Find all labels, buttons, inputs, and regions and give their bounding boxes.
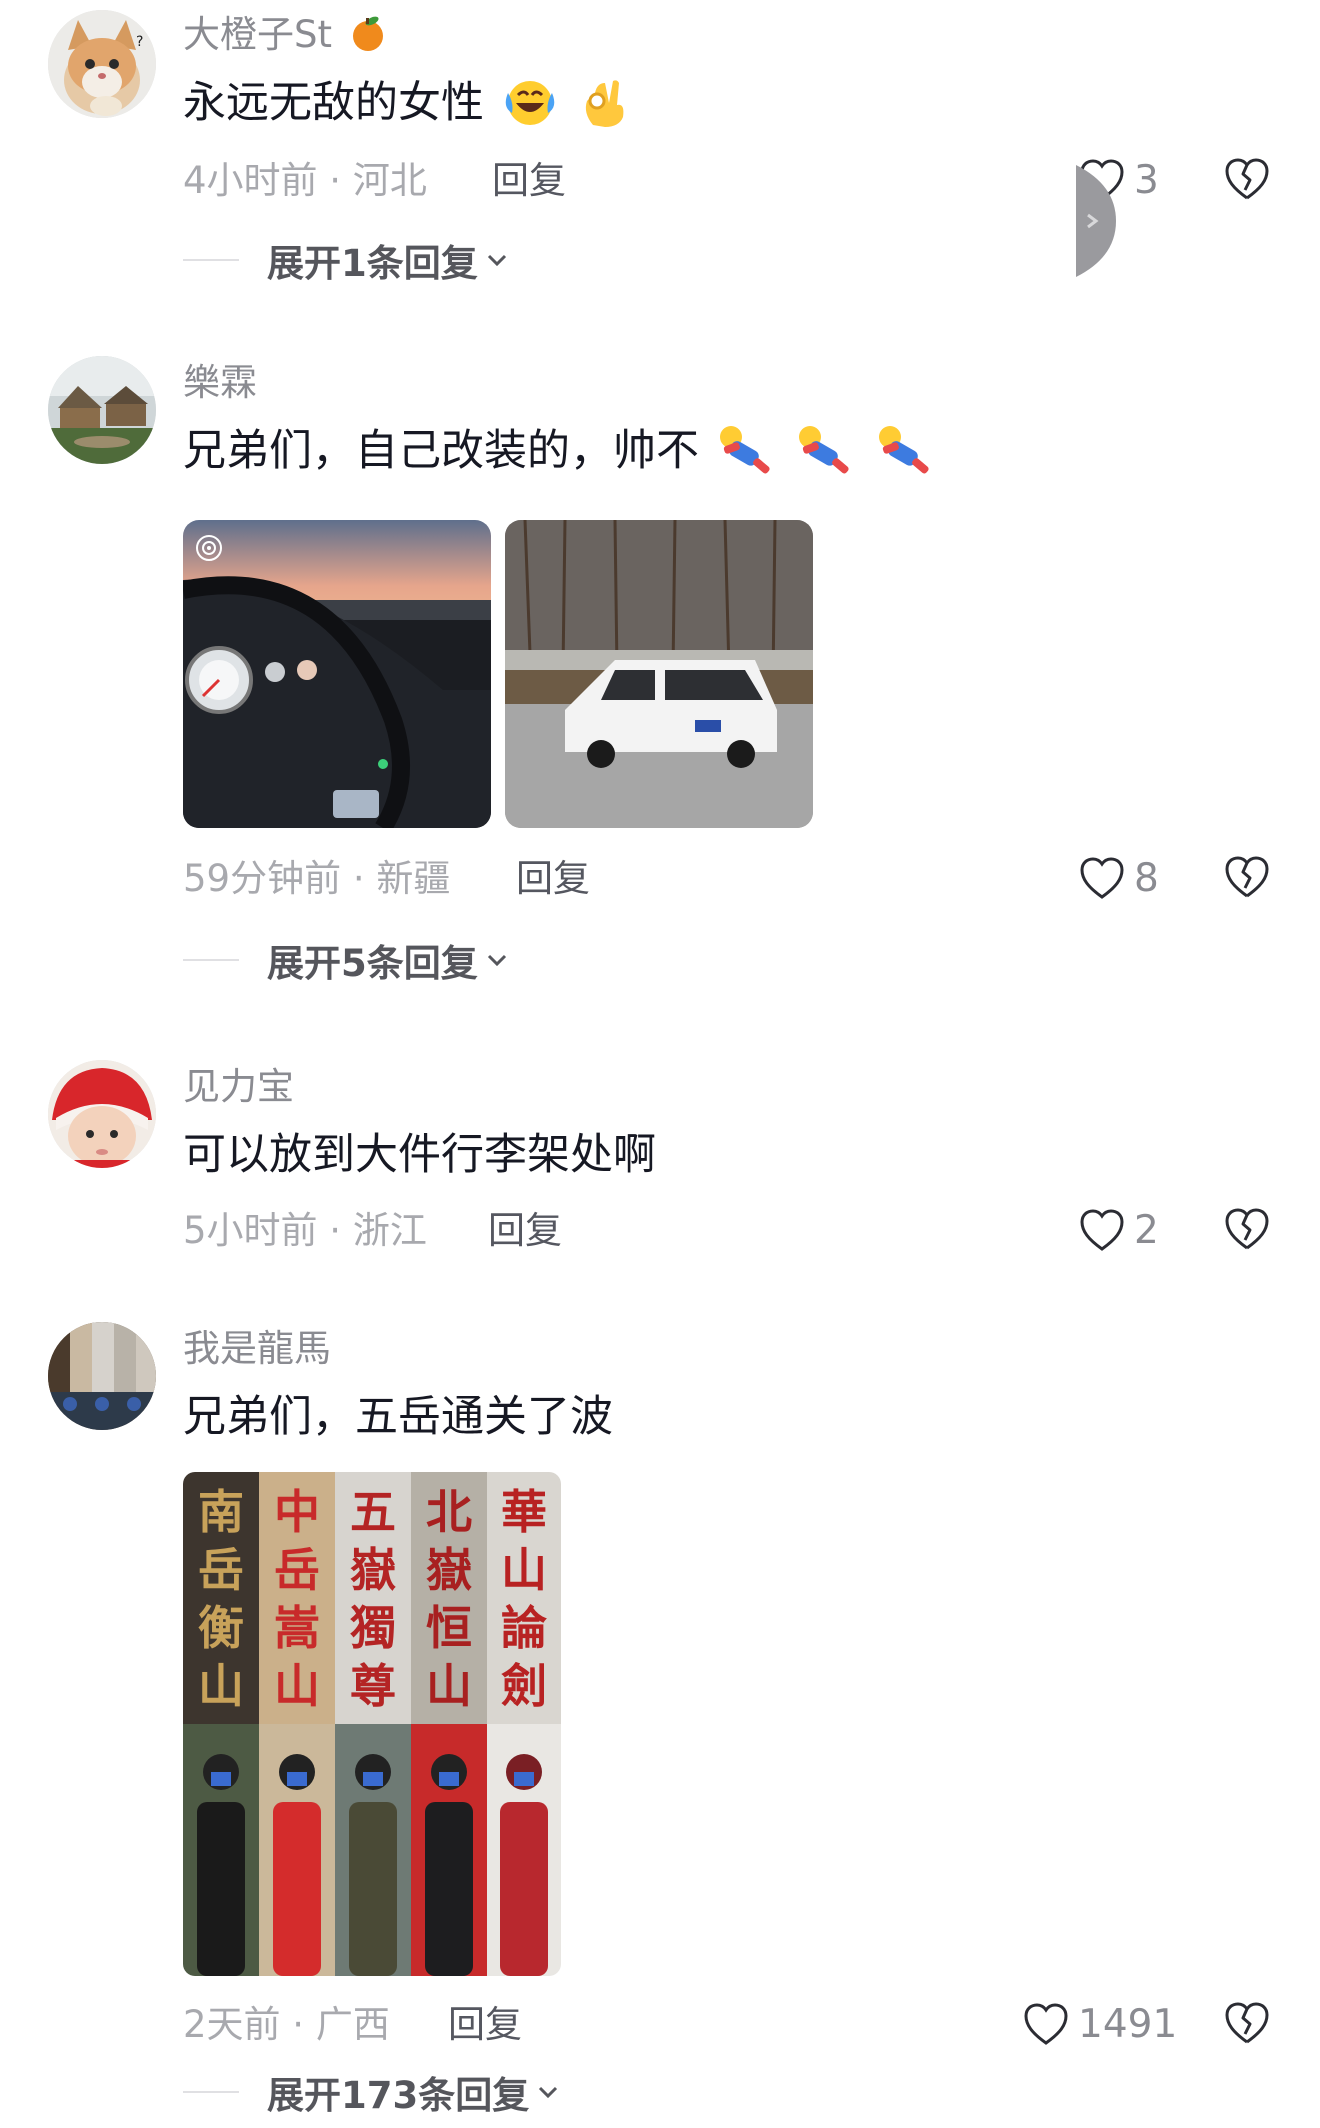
dislike-button[interactable] [1222,154,1272,204]
like-count: 1491 [1078,2001,1178,2047]
reply-button[interactable]: 回复 [492,162,566,199]
username[interactable]: 樂霖 [183,364,257,401]
divider [183,959,239,961]
username[interactable]: 我是龍馬 [183,1330,331,1367]
flying-figure-emoji-icon [799,425,849,473]
expand-replies-button[interactable]: 展开1条回复 [183,238,510,285]
divider [183,259,239,261]
comment-text: 兄弟们，五岳通关了波 [183,1392,613,1442]
username[interactable]: 大橙子St [183,16,388,53]
like-button[interactable]: 8 [1078,852,1159,904]
reply-button[interactable]: 回复 [448,2006,522,2043]
ok-hand-emoji-icon [586,79,624,127]
laugh-cry-emoji-icon [505,80,554,125]
chevron-down-icon [487,254,506,267]
avatar[interactable]: ? [48,10,156,118]
comment-text: 可以放到大件行李架处啊 [183,1130,656,1180]
comment-meta: 4小时前 · 河北 [183,159,427,202]
comment-text: 兄弟们，自己改装的，帅不 [183,425,938,477]
like-button[interactable]: 1491 [1022,1998,1177,2050]
broken-heart-icon [1225,1208,1269,1250]
expand-replies-button[interactable]: 展开173条回复 [183,2070,561,2117]
tangerine-emoji-icon [352,16,383,51]
divider [183,2091,239,2093]
like-count: 3 [1134,157,1159,203]
comment-meta: 5小时前 · 浙江 [183,1209,427,1252]
comment-image-collage[interactable]: 南岳衡山 中岳嵩山 五嶽獨尊 北嶽恒山 華山論劍 [183,1472,561,1976]
username[interactable]: 见力宝 [183,1068,294,1105]
comment-meta: 59分钟前 · 新疆 [183,857,451,900]
avatar[interactable] [48,356,156,464]
reply-button[interactable]: 回复 [488,1212,562,1249]
broken-heart-icon [1225,158,1269,200]
like-button[interactable]: 2 [1078,1204,1159,1256]
broken-heart-icon [1225,856,1269,898]
heart-outline-icon [1080,1209,1124,1251]
reply-button[interactable]: 回复 [516,860,590,897]
avatar[interactable] [48,1322,156,1430]
expand-replies-button[interactable]: 展开5条回复 [183,938,510,985]
dislike-button[interactable] [1222,852,1272,902]
heart-outline-icon [1080,857,1124,899]
comment-meta: 2天前 · 广西 [183,2003,390,2046]
comment-image-dashboard[interactable] [183,520,491,828]
like-count: 2 [1134,1207,1159,1253]
flying-figure-emoji-icon [719,425,770,473]
comment-text: 永远无敌的女性 [183,79,631,129]
chevron-right-icon [1076,165,1116,277]
heart-outline-icon [1024,2003,1068,2045]
chevron-down-icon [487,954,506,967]
chevron-down-icon [539,2086,558,2099]
like-count: 8 [1134,855,1159,901]
dislike-button[interactable] [1222,1998,1272,2048]
dislike-button[interactable] [1222,1204,1272,1254]
flying-figure-emoji-icon [879,425,929,473]
side-panel-tab[interactable] [1076,165,1116,277]
avatar[interactable] [48,1060,156,1168]
broken-heart-icon [1225,2002,1269,2044]
svg-text:?: ? [136,34,143,50]
comment-image-car[interactable] [505,520,813,828]
